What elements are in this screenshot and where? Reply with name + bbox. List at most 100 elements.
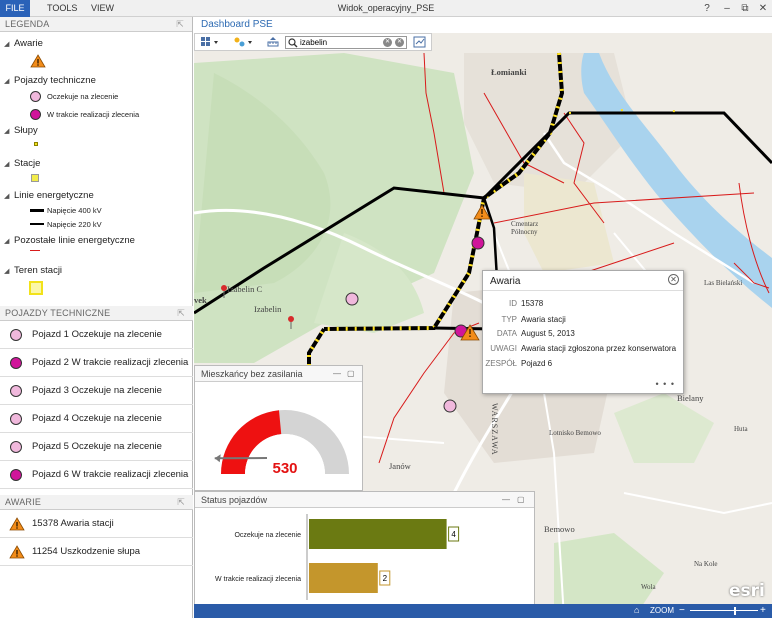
status-widget: Status pojazdów — ▢ Oczekuje na zlecenie… — [194, 491, 535, 605]
map-label-bielany: Bielany — [677, 393, 704, 403]
vehicle-marker[interactable] — [443, 399, 457, 413]
map-label-izabelin-c: Izabelin C — [227, 284, 263, 294]
basemap-button[interactable] — [201, 36, 221, 50]
chart-bar[interactable] — [309, 563, 378, 593]
measure-icon — [267, 37, 279, 47]
legend-group-vehicles[interactable]: ◢ Pojazdy techniczne — [4, 75, 96, 86]
legend-group-awarie[interactable]: ◢ Awarie — [4, 38, 43, 49]
alerts-header-label: AWARIE — [5, 497, 42, 507]
map-toolbar: ✕ ✕ — [194, 33, 432, 51]
vehicle-status-icon — [10, 357, 22, 369]
clear-icon[interactable]: ✕ — [383, 38, 392, 47]
vehicle-status-icon — [10, 385, 22, 397]
collapse-arrow-icon[interactable]: ◢ — [4, 237, 11, 245]
vehicle-label: Pojazd 2 W trakcie realizacji zlecenia — [32, 357, 189, 368]
legend-group-label: Pojazdy techniczne — [14, 75, 96, 86]
legend-group-station-area[interactable]: ◢ Teren stacji — [4, 265, 62, 276]
alerts-panel: AWARIE ⇱ 15378 Awaria stacji 11254 Uszko… — [0, 495, 193, 566]
close-icon[interactable]: ✕ — [395, 38, 404, 47]
vehicle-status-icon — [10, 469, 22, 481]
map-label-na-kole: Na Kole — [694, 560, 718, 568]
search-input[interactable] — [300, 37, 380, 48]
station-symbol — [31, 174, 39, 182]
legend-group-label: Pozostałe linie energetyczne — [14, 235, 135, 246]
popup-divider — [483, 290, 683, 291]
legend-group-other-lines[interactable]: ◢ Pozostałe linie energetyczne — [4, 235, 135, 246]
more-options-icon[interactable]: • • • — [656, 379, 675, 389]
zoom-slider-handle[interactable] — [734, 607, 736, 615]
zoom-out-button[interactable]: − — [679, 604, 685, 618]
map-label-lomianki: Łomianki — [491, 67, 527, 77]
collapse-arrow-icon[interactable]: ◢ — [4, 267, 11, 275]
value-label: 2 — [383, 574, 388, 583]
home-icon[interactable]: ⌂ — [634, 605, 639, 615]
close-icon[interactable]: ✕ — [668, 274, 679, 285]
vehicle-status-icon — [10, 329, 22, 341]
feature-popup: Awaria ✕ ID 15378 TYP Awaria stacji DATA Au… — [482, 270, 684, 394]
layers-button[interactable] — [233, 36, 255, 50]
help-button[interactable]: ? — [698, 0, 716, 17]
menu-tools[interactable]: TOOLS — [47, 0, 77, 17]
collapse-arrow-icon[interactable]: ◢ — [4, 160, 11, 168]
list-item[interactable]: Pojazd 4 Oczekuje na zlecenie — [0, 405, 193, 433]
collapse-arrow-icon[interactable]: ◢ — [4, 77, 11, 85]
minimize-button[interactable]: – — [718, 0, 736, 17]
collapse-arrow-icon[interactable]: ◢ — [4, 127, 11, 135]
pole-symbol — [34, 142, 38, 146]
vehicle-label: Pojazd 4 Oczekuje na zlecenie — [32, 413, 162, 424]
pin-icon[interactable]: ⇱ — [177, 495, 185, 510]
popup-key: DATA — [496, 329, 517, 338]
list-item[interactable]: Pojazd 5 Oczekuje na zlecenie — [0, 433, 193, 461]
maximize-icon[interactable]: ▢ — [347, 366, 355, 382]
alert-label: 15378 Awaria stacji — [32, 518, 114, 529]
close-button[interactable]: ✕ — [754, 0, 772, 17]
chart-bar[interactable] — [309, 519, 447, 549]
legend-group-label: Stacje — [14, 158, 41, 169]
popup-value: 15378 — [521, 299, 544, 308]
map-view[interactable]: Dashboard PSE Łomianki Izabelin C Izabel… — [194, 17, 772, 618]
collapse-arrow-icon[interactable]: ◢ — [4, 40, 11, 48]
measure-button[interactable] — [267, 36, 279, 50]
vehicle-label: Pojazd 5 Oczekuje na zlecenie — [32, 441, 162, 452]
popup-value: Pojazd 6 — [521, 359, 553, 368]
legend-group-stations[interactable]: ◢ Stacje — [4, 158, 40, 169]
list-item[interactable]: Pojazd 3 Oczekuje na zlecenie — [0, 377, 193, 405]
popup-key: TYP — [501, 315, 517, 324]
list-item[interactable]: Pojazd 6 W trakcie realizacji zlecenia — [0, 461, 193, 489]
legend-group-lines[interactable]: ◢ Linie energetyczne — [4, 190, 94, 201]
list-item[interactable]: Pojazd 2 W trakcie realizacji zlecenia — [0, 349, 193, 377]
value-label: 4 — [451, 530, 456, 539]
map-label-izabelin: Izabelin — [254, 304, 282, 314]
extent-icon — [413, 36, 426, 48]
pin-icon[interactable]: ⇱ — [177, 306, 185, 321]
extent-button[interactable] — [413, 36, 427, 50]
status-header: Status pojazdów — ▢ — [195, 492, 534, 508]
legend-group-poles[interactable]: ◢ Słupy — [4, 125, 38, 136]
vehicle-marker[interactable] — [345, 292, 359, 306]
map-label-vek: vek — [194, 295, 207, 305]
popup-value: Awaria stacji zgłoszona przez konserwato… — [521, 344, 677, 353]
left-panel: LEGENDA ⇱ ◢ Awarie ◢ Pojazdy techniczne Oc… — [0, 17, 193, 618]
zoom-in-button[interactable]: + — [760, 604, 766, 618]
pin-icon[interactable]: ⇱ — [176, 17, 184, 32]
collapse-arrow-icon[interactable]: ◢ — [4, 192, 11, 200]
popup-key: UWAGI — [490, 344, 517, 353]
menu-file[interactable]: FILE — [0, 0, 30, 17]
menu-view[interactable]: VIEW — [91, 0, 114, 17]
minimize-icon[interactable]: — — [333, 366, 341, 382]
warning-icon — [9, 517, 25, 531]
minimize-icon[interactable]: — — [502, 492, 510, 508]
list-item[interactable]: 11254 Uszkodzenie słupa — [0, 538, 193, 566]
maximize-icon[interactable]: ▢ — [517, 492, 525, 508]
list-item[interactable]: 15378 Awaria stacji — [0, 510, 193, 538]
zoom-slider-track[interactable] — [690, 610, 758, 611]
list-item[interactable]: Pojazd 1 Oczekuje na zlecenie — [0, 321, 193, 349]
restore-button[interactable]: ⧉ — [736, 0, 754, 17]
legend-header: LEGENDA ⇱ — [0, 17, 192, 32]
status-bar-chart: Oczekuje na zlecenie 4 W trakcie realizacj… — [215, 514, 460, 600]
vehicles-header-label: POJAZDY TECHNICZNE — [5, 308, 111, 318]
vehicle-label: Pojazd 1 Oczekuje na zlecenie — [32, 329, 162, 340]
vehicles-panel: POJAZDY TECHNICZNE ⇱ Pojazd 1 Oczekuje n… — [0, 306, 193, 489]
legend-header-label: LEGENDA — [5, 19, 50, 29]
vehicle-marker[interactable] — [471, 236, 485, 250]
